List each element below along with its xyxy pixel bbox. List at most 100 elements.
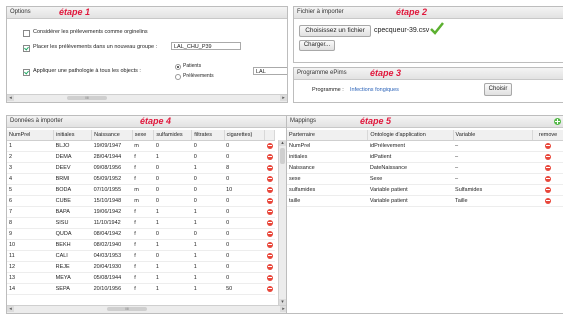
scroll-left-arrow-icon[interactable]: ◂ (7, 306, 14, 312)
column-header[interactable]: NumPrel (7, 130, 55, 141)
charger-button[interactable]: Charger... (299, 40, 335, 51)
column-header[interactable]: cigarettes) (224, 130, 266, 141)
column-header[interactable]: sexe (132, 130, 155, 141)
remove-row-icon[interactable] (266, 219, 273, 226)
table-row[interactable]: 14 SEPA 20/10/1956 f 1 1 50 (7, 283, 275, 295)
mappings-title: Mappings (290, 118, 317, 124)
table-cell: BAPA (53, 206, 92, 218)
remove-row-icon[interactable] (266, 175, 273, 182)
pathology-checkbox[interactable] (23, 69, 30, 76)
table-cell: 10 (224, 184, 265, 196)
column-header[interactable]: Variable (453, 130, 534, 141)
remove-cell (264, 272, 275, 284)
table-row[interactable]: 13 MEYA 05/08/1944 f 1 1 0 (7, 272, 275, 284)
table-row[interactable]: 9 QUDA 08/04/1942 f 0 0 0 (7, 228, 275, 240)
table-cell: 0 (191, 195, 225, 207)
fichier-panel: Fichier à importer étape 2 Choisissez un… (293, 6, 563, 63)
table-cell: 0 (224, 250, 265, 262)
remove-row-icon[interactable] (266, 153, 273, 160)
table-cell: – (453, 173, 533, 185)
table-cell: DEEV (53, 162, 92, 174)
group-name-input[interactable]: LAL_CHU_P39 (171, 42, 241, 50)
column-header[interactable]: Naissance (91, 130, 133, 141)
remove-cell (264, 184, 275, 196)
choose-file-button[interactable]: Choisissez un fichier (299, 25, 371, 37)
table-row[interactable]: 1 BLJO 19/09/1947 m 0 0 0 (7, 140, 275, 152)
table-row[interactable]: 12 REJE 20/04/1930 f 1 1 0 (7, 261, 275, 273)
remove-mapping-icon[interactable] (545, 197, 552, 204)
table-cell: 0 (191, 173, 225, 185)
table-cell: 1 (191, 283, 225, 295)
column-header[interactable]: Ontologie d'application (367, 130, 454, 141)
new-group-checkbox[interactable] (23, 45, 30, 52)
column-header[interactable]: filtrates (191, 130, 225, 141)
scroll-left-arrow-icon[interactable]: ◂ (7, 95, 14, 101)
etape-5-label: étape 5 (360, 116, 392, 126)
remove-row-icon[interactable] (266, 252, 273, 259)
table-cell: SEPA (53, 283, 92, 295)
table-row[interactable]: taille Variable patient Taille (287, 195, 563, 207)
radio-patients[interactable] (175, 64, 181, 70)
column-header[interactable]: remove (532, 130, 563, 141)
table-row[interactable]: 6 CUBE 15/10/1948 m 0 0 0 (7, 195, 275, 207)
remove-row-icon[interactable] (266, 197, 273, 204)
table-cell: 10 (7, 239, 54, 251)
options-hscrollbar[interactable]: ◂ III ▸ (7, 94, 287, 102)
remove-mapping-icon[interactable] (545, 153, 552, 160)
table-cell: m (132, 140, 154, 152)
remove-mapping-icon[interactable] (545, 164, 552, 171)
table-row[interactable]: sulfamides Variable patient Sulfamides (287, 184, 563, 196)
programme-label: Programme : (312, 87, 344, 93)
column-header[interactable]: initiales (53, 130, 93, 141)
remove-row-icon[interactable] (266, 230, 273, 237)
table-row[interactable]: initiales idPatient – (287, 151, 563, 163)
orphan-checkbox[interactable] (23, 30, 30, 37)
remove-mapping-icon[interactable] (545, 142, 552, 149)
choisir-button[interactable]: Choisir (484, 83, 512, 96)
remove-row-icon[interactable] (266, 274, 273, 281)
table-row[interactable]: NumPrel idPrélevement – (287, 140, 563, 152)
remove-mapping-icon[interactable] (545, 186, 552, 193)
table-row[interactable]: 5 BODA 07/10/1955 m 0 0 10 (7, 184, 275, 196)
table-row[interactable]: Naissance DateNaissance – (287, 162, 563, 174)
column-header[interactable]: sulfamides (153, 130, 193, 141)
orphan-label: Considérer les prélevements comme orgine… (33, 29, 148, 35)
table-cell: 04/03/1953 (91, 250, 133, 262)
remove-row-icon[interactable] (266, 263, 273, 270)
radio-prelevements[interactable] (175, 74, 181, 80)
donnees-table-header: NumPrel initiales Naissance sexe sulfamides f… (7, 130, 275, 141)
etape-1-label: étape 1 (59, 7, 91, 17)
table-cell: 4 (7, 173, 54, 185)
remove-row-icon[interactable] (266, 285, 273, 292)
remove-row-icon[interactable] (266, 208, 273, 215)
donnees-vscrollbar[interactable]: ▴ ▾ (278, 140, 286, 305)
table-row[interactable]: 8 SISU 11/10/1942 f 1 1 0 (7, 217, 275, 229)
table-row[interactable]: 10 BEKH 08/02/1940 f 1 1 0 (7, 239, 275, 251)
column-header[interactable]: Parterraire (287, 130, 369, 141)
table-row[interactable]: 11 CALI 04/03/1953 f 0 1 0 (7, 250, 275, 262)
table-row[interactable]: 4 BRMI 05/09/1952 f 0 0 0 (7, 173, 275, 185)
scroll-thumb[interactable]: III (107, 307, 147, 311)
check-icon (430, 22, 444, 35)
remove-mapping-icon[interactable] (545, 175, 552, 182)
add-mapping-icon[interactable] (554, 118, 561, 125)
pathology-input[interactable]: LAL (253, 67, 287, 75)
remove-row-icon[interactable] (266, 186, 273, 193)
scroll-right-arrow-icon[interactable]: ▸ (280, 95, 287, 101)
table-cell: 12 (7, 261, 54, 273)
remove-row-icon[interactable] (266, 241, 273, 248)
scroll-up-arrow-icon[interactable]: ▴ (279, 140, 286, 146)
table-cell: 09/08/1956 (91, 162, 133, 174)
programme-value[interactable]: Infections fongiques (350, 87, 399, 93)
scroll-thumb[interactable]: III (67, 96, 107, 100)
donnees-title: Données à importer (10, 118, 63, 124)
donnees-hscrollbar[interactable]: ◂ III ▸ (7, 305, 287, 313)
table-row[interactable]: 7 BAPA 19/06/1942 f 1 1 0 (7, 206, 275, 218)
table-row[interactable]: 3 DEEV 09/08/1956 f 0 1 8 (7, 162, 275, 174)
vscroll-thumb[interactable] (280, 148, 285, 164)
table-row[interactable]: 2 DEMA 28/04/1944 f 1 0 0 (7, 151, 275, 163)
remove-row-icon[interactable] (266, 142, 273, 149)
table-cell: 0 (224, 228, 265, 240)
table-row[interactable]: sexe Sexe – (287, 173, 563, 185)
remove-row-icon[interactable] (266, 164, 273, 171)
